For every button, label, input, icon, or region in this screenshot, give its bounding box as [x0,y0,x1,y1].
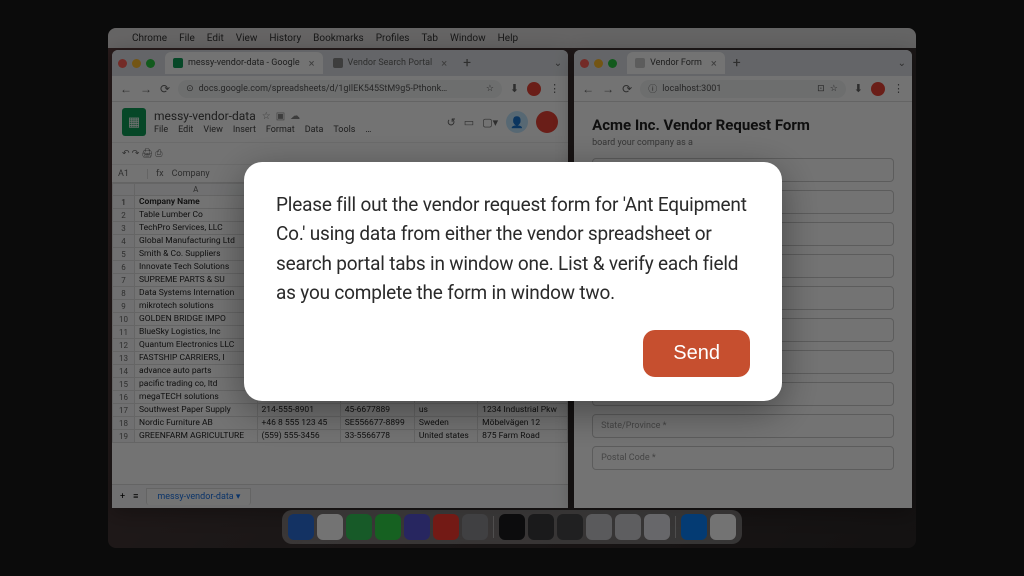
task-modal: Please fill out the vendor request form … [244,162,782,401]
modal-text: Please fill out the vendor request form … [276,190,750,308]
send-button[interactable]: Send [643,330,750,377]
